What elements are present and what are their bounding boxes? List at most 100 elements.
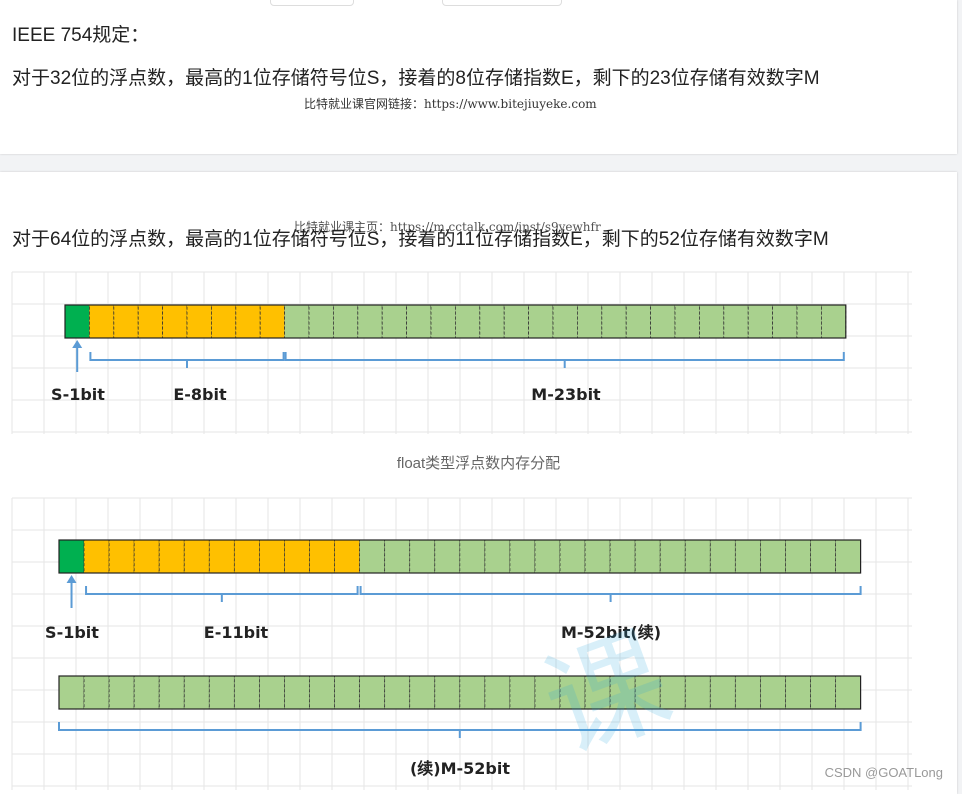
- mantissa-bit: [684, 675, 711, 710]
- mantissa-bit: [133, 675, 160, 710]
- exponent-bit: [158, 539, 185, 574]
- sign-label: S-1bit: [45, 623, 99, 642]
- mantissa-bit: [584, 539, 611, 574]
- exponent-label: E-11bit: [204, 623, 269, 642]
- mantissa-bit: [810, 539, 836, 574]
- mantissa-bit: [459, 675, 486, 710]
- mantissa-bit: [734, 539, 761, 574]
- mantissa-bit: [625, 304, 652, 339]
- mantissa-bit: [552, 304, 578, 339]
- tab-stub[interactable]: [270, 0, 354, 6]
- mantissa-bit: [158, 675, 185, 710]
- exponent-bit: [208, 539, 235, 574]
- exponent-bit: [83, 539, 110, 574]
- brackets: [72, 340, 845, 372]
- exponent-bit: [183, 539, 210, 574]
- exponent-bit: [233, 539, 260, 574]
- mantissa-bit: [534, 539, 561, 574]
- mantissa-bit: [284, 304, 310, 339]
- mantissa-label: M-23bit: [531, 385, 601, 404]
- exponent-bit: [186, 304, 212, 339]
- mantissa-bit: [760, 539, 786, 574]
- exponent-bit: [162, 304, 188, 339]
- mantissa-bit: [484, 675, 511, 710]
- mantissa-bit: [699, 304, 725, 339]
- exponent-bit: [235, 304, 261, 339]
- mantissa-bit: [760, 675, 786, 710]
- mantissa-bit: [509, 675, 536, 710]
- mantissa-bit: [785, 675, 811, 710]
- bracket: [89, 352, 285, 368]
- mantissa-bit: [357, 304, 383, 339]
- exponent-bit: [210, 304, 237, 339]
- mantissa-bit: [309, 675, 335, 710]
- exponent-label: E-8bit: [173, 385, 227, 404]
- mantissa-bit: [723, 304, 749, 339]
- mantissa-bit: [772, 304, 798, 339]
- mantissa-bit: [384, 539, 411, 574]
- mantissa-bit: [577, 304, 603, 339]
- float-diagram: S-1bit E-8bit M-23bit: [11, 271, 912, 434]
- mantissa-bit: [459, 539, 486, 574]
- mantissa-bit: [454, 304, 481, 339]
- mantissa-bit: [359, 539, 386, 574]
- mantissa-bit: [83, 675, 110, 710]
- mantissa-bit: [709, 675, 736, 710]
- bottom-section: 比特就业课主页：https://m.cctalk.com/inst/s9yewh…: [0, 172, 957, 794]
- mantissa-bit: [835, 539, 861, 574]
- exponent-bit: [89, 304, 115, 339]
- mantissa-bit: [796, 304, 822, 339]
- bracket: [85, 586, 359, 602]
- exponent-bit: [258, 539, 285, 574]
- top-section: IEEE 754规定： 对于32位的浮点数，最高的1位存储符号位S，接着的8位存…: [0, 0, 957, 154]
- mantissa-bit: [650, 304, 676, 339]
- sign-bit: [58, 539, 85, 574]
- mantissa-bit: [334, 675, 360, 710]
- exponent-bit: [108, 539, 135, 574]
- standard-title: IEEE 754规定：: [12, 25, 150, 46]
- sign-label: S-1bit: [51, 385, 105, 404]
- bracket: [284, 352, 845, 368]
- watermark-char: 课: [527, 610, 687, 782]
- mantissa-bit: [359, 675, 386, 710]
- float32-description: 对于32位的浮点数，最高的1位存储符号位S，接着的8位存储指数E，剩下的23位存…: [12, 68, 820, 89]
- diagram-grid: [11, 271, 912, 434]
- float-caption: float类型浮点数内存分配: [396, 455, 561, 472]
- mantissa-bit: [233, 675, 260, 710]
- footer-credit: CSDN @GOATLong: [824, 765, 943, 780]
- tab-stub[interactable]: [442, 0, 562, 6]
- watermark-link: 比特就业课官网链接：https://www.bitejiuyeke.com: [304, 97, 597, 111]
- mantissa-bit: [284, 675, 310, 710]
- mantissa-bit: [484, 539, 511, 574]
- mantissa-bit: [406, 304, 432, 339]
- mantissa-bit: [108, 675, 135, 710]
- mantissa-bit: [509, 539, 536, 574]
- mantissa-bit: [601, 304, 627, 339]
- mantissa-bit: [747, 304, 774, 339]
- bit-cells: [64, 304, 847, 339]
- mantissa-bit: [659, 539, 686, 574]
- mantissa-bit: [821, 304, 847, 339]
- mantissa-bit: [434, 539, 461, 574]
- exponent-bit: [334, 539, 360, 574]
- double-diagram: S-1bit E-11bit M-52bit(续) (续)M-52bit 课: [11, 497, 912, 790]
- mantissa-bit: [835, 675, 861, 710]
- mantissa-bit: [734, 675, 761, 710]
- mantissa-bit: [479, 304, 505, 339]
- mantissa-bit: [634, 539, 661, 574]
- exponent-bit: [133, 539, 160, 574]
- arrow-icon: [72, 340, 83, 348]
- mantissa-bit: [430, 304, 456, 339]
- mantissa-bit: [709, 539, 736, 574]
- exponent-bit: [259, 304, 286, 339]
- mantissa-bit: [528, 304, 554, 339]
- mantissa-bit: [183, 675, 210, 710]
- mantissa-bit: [674, 304, 700, 339]
- mantissa-bit: [409, 675, 436, 710]
- mantissa-bit: [434, 675, 461, 710]
- bracket: [359, 586, 862, 602]
- mantissa-bit: [785, 539, 811, 574]
- exponent-bit: [309, 539, 335, 574]
- mantissa-bit: [381, 304, 408, 339]
- arrow-icon: [66, 575, 77, 583]
